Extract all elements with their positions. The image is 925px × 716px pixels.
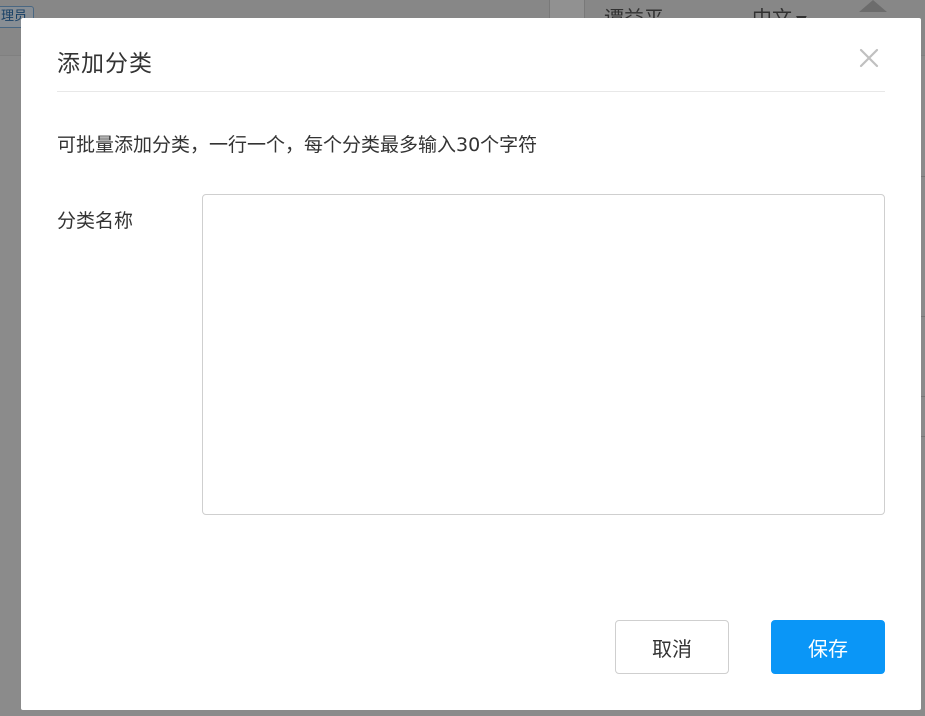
add-category-dialog: 添加分类 可批量添加分类，一行一个，每个分类最多输入30个字符 分类名称 取消 … xyxy=(21,18,921,710)
save-button[interactable]: 保存 xyxy=(771,620,885,674)
dialog-title: 添加分类 xyxy=(57,51,153,77)
category-name-textarea[interactable] xyxy=(202,194,885,515)
batch-hint-text: 可批量添加分类，一行一个，每个分类最多输入30个字符 xyxy=(57,134,538,156)
category-name-label: 分类名称 xyxy=(57,210,134,232)
cancel-button[interactable]: 取消 xyxy=(615,620,729,674)
dialog-header: 添加分类 xyxy=(57,18,885,92)
close-icon[interactable] xyxy=(857,46,881,70)
